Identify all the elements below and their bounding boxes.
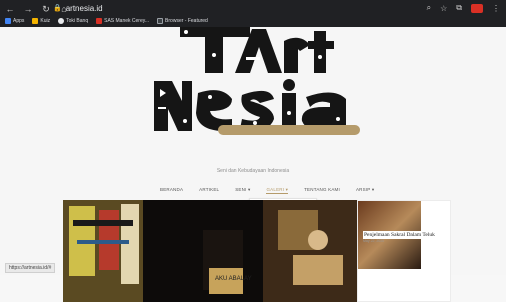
folder-icon <box>32 18 39 24</box>
post-date: May 22, 2020 <box>363 239 385 243</box>
page-icon <box>157 18 164 24</box>
chevron-down-icon: ▾ <box>371 187 375 192</box>
menu-kebab-icon[interactable]: ⋮ <box>492 4 500 13</box>
apps-grid-icon <box>5 18 11 24</box>
menu-item-seni[interactable]: SENI ▾ <box>235 187 250 194</box>
globe-icon <box>58 18 65 24</box>
browser-tools: ⌕ ☆ ⧉ ⋮ <box>427 3 500 13</box>
bookmark-item[interactable]: Toki Banq <box>58 18 88 24</box>
bookmarks-bar: Apps Kuiz Toki Banq SAS Manek Cerey... B… <box>5 16 208 26</box>
menu-item-arsip[interactable]: ARSIP ▾ <box>356 187 374 194</box>
search-icon[interactable]: ⌕ <box>427 3 431 13</box>
post-title[interactable]: Penjelmaan Sakral Dalam Teluk <box>363 231 449 239</box>
url-text: artnesia.id <box>65 4 103 13</box>
back-icon[interactable]: ← <box>4 3 16 15</box>
youtube-icon <box>96 18 103 24</box>
menu-item-beranda[interactable]: BERANDA <box>160 187 183 194</box>
chevron-down-icon: ▾ <box>248 187 251 192</box>
bookmark-apps[interactable]: Apps <box>5 18 24 24</box>
reload-icon[interactable]: ↻ <box>40 3 52 15</box>
bookmark-item[interactable]: Kuiz <box>32 18 50 24</box>
lock-icon: 🔒 <box>53 5 62 12</box>
sidebar-post-card[interactable]: Penjelmaan Sakral Dalam Teluk May 22, 20… <box>357 200 451 302</box>
chevron-down-icon: ▾ <box>285 187 289 192</box>
bookmark-item[interactable]: SAS Manek Cerey... <box>96 18 149 24</box>
site-logo[interactable] <box>150 27 360 135</box>
main-menu: BERANDA ARTIKEL SENI ▾ GALERI ▾ TENTANG … <box>160 187 374 194</box>
bookmark-item[interactable]: Browser - Featured <box>157 18 208 24</box>
address-bar[interactable]: 🔒 artnesia.id <box>53 2 448 15</box>
hero-image[interactable]: AKU ABALAY <box>63 200 357 302</box>
browser-chrome: ← → ↻ ⌂ 🔒 artnesia.id ⌕ ☆ ⧉ ⋮ Apps Kuiz … <box>0 0 506 27</box>
recording-icon[interactable] <box>471 3 483 13</box>
hero-sign-text: AKU ABALAY <box>215 276 252 282</box>
menu-item-galeri[interactable]: GALERI ▾ <box>266 187 289 194</box>
menu-item-artikel[interactable]: ARTIKEL <box>199 187 219 194</box>
forward-icon[interactable]: → <box>22 3 34 15</box>
web-page: Seni dan Kebudayaan Indonesia BERANDA AR… <box>0 27 506 302</box>
extensions-icon[interactable]: ⧉ <box>456 3 462 13</box>
star-icon[interactable]: ☆ <box>440 4 447 13</box>
status-bar-url: https://artnesia.id/# <box>5 263 56 273</box>
menu-item-tentang-kami[interactable]: TENTANG KAMI <box>304 187 340 194</box>
site-tagline: Seni dan Kebudayaan Indonesia <box>216 168 290 174</box>
